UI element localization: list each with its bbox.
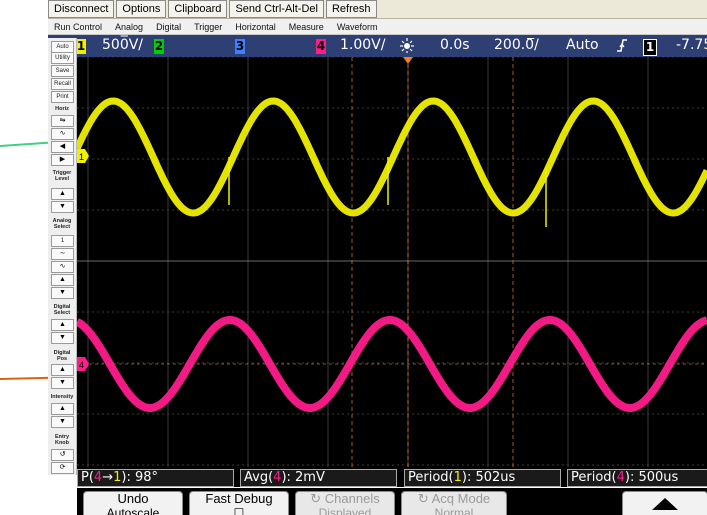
softkey-bar: Undo Autoscale Fast Debug ☐ ↻ Channels D… [77, 488, 707, 515]
remote-scope-window: Disconnect Options Clipboard Send Ctrl-A… [0, 0, 707, 515]
analog-down-icon[interactable]: ▼ [51, 287, 74, 299]
ch4-period-measurement[interactable]: Period(4): 500us [567, 469, 707, 487]
menu-measure[interactable]: Measure [283, 22, 331, 32]
digital-down-icon[interactable]: ▼ [51, 332, 74, 344]
ch1-spikes [228, 157, 547, 227]
digital-select-label: Digital Select [53, 304, 71, 316]
menu-trigger[interactable]: Trigger [188, 22, 229, 32]
intensity-down-icon[interactable]: ▼ [51, 416, 74, 428]
disconnect-button[interactable]: Disconnect [48, 0, 115, 18]
digital-up-icon[interactable]: ▲ [51, 319, 74, 331]
ch1-ground-marker: 1 [77, 149, 89, 163]
rising-edge-icon [616, 38, 628, 57]
intensity-up-icon[interactable]: ▲ [51, 403, 74, 415]
recall-button[interactable]: Recall [51, 78, 74, 90]
menu-up-softkey[interactable] [622, 491, 707, 515]
entry-knob-label: Entry Knob [54, 434, 70, 446]
trigger-level: -7.75 [676, 37, 707, 53]
trigger-level-label: Trigger Level [52, 170, 72, 182]
knob-ccw-icon[interactable]: ↺ [51, 449, 74, 461]
ch4-scale: 1.00V/ [340, 37, 386, 53]
trigger-down-icon[interactable]: ▼ [51, 201, 74, 213]
time-scale: 200.0̅/ [494, 37, 539, 53]
analog-select-dropdown[interactable]: 1 [51, 235, 74, 247]
horiz-zoom-icon[interactable]: ⇋ [51, 115, 74, 127]
undo-autoscale-softkey[interactable]: Undo Autoscale [83, 491, 183, 515]
menu-horizontal[interactable]: Horizontal [229, 22, 283, 32]
acq-mode-softkey[interactable]: ↻ Acq Mode Normal [401, 491, 507, 515]
menu-analog[interactable]: Analog [109, 22, 150, 32]
analog-wave-icon[interactable]: ∿ [51, 261, 74, 273]
channels-displayed-softkey[interactable]: ↻ Channels Displayed [295, 491, 395, 515]
left-control-panel: Auto Utility Save Recall Print Horiz ⇋ ∿… [48, 38, 77, 475]
menu-digital[interactable]: Digital [150, 22, 188, 32]
analog-select-label: Analog Select [52, 218, 72, 230]
waveform-canvas: 1 4 [77, 57, 707, 467]
phase-measurement[interactable]: P(4→1): 98° [77, 469, 234, 487]
fast-debug-checkbox-icon: ☐ [233, 506, 245, 515]
trigger-up-icon[interactable]: ▲ [51, 188, 74, 200]
svg-text:1: 1 [79, 152, 84, 162]
remote-toolbar: Disconnect Options Clipboard Send Ctrl-A… [48, 0, 707, 19]
horiz-right-icon[interactable]: ▶ [51, 154, 74, 166]
digital-pos-up-icon[interactable]: ▲ [51, 364, 74, 376]
ch1-period-measurement[interactable]: Period(1): 502us [404, 469, 561, 487]
rotate-knob-icon: ↻ [310, 491, 322, 506]
analog-up-icon[interactable]: ▲ [51, 274, 74, 286]
menu-run-control[interactable]: Run Control [48, 22, 109, 32]
intensity-label: Intensity [50, 394, 74, 400]
run-status-icon [399, 37, 415, 57]
scope-display[interactable]: 1 4 [77, 57, 707, 467]
measurement-bar: P(4→1): 98° Avg(4): 2mV Period(1): 502us… [77, 467, 707, 487]
digital-pos-down-icon[interactable]: ▼ [51, 377, 74, 389]
utility-button[interactable]: Utility [51, 52, 74, 64]
horiz-wave-icon[interactable]: ∿ [51, 128, 74, 140]
up-arrow-icon [652, 498, 678, 510]
rotate-knob-icon: ↻ [417, 491, 429, 506]
ch1-scale: 500̅V/ [102, 37, 144, 53]
refresh-button[interactable]: Refresh [325, 0, 377, 18]
ch1-waveform [77, 97, 707, 217]
horiz-left-icon[interactable]: ◀ [51, 141, 74, 153]
horiz-label: Horiz [55, 106, 69, 112]
analog-scale-icon[interactable]: ∼ [51, 248, 74, 260]
digital-pos-label: Digital Pos [53, 350, 71, 362]
options-button[interactable]: Options [116, 0, 167, 18]
save-button[interactable]: Save [51, 65, 74, 77]
print-button[interactable]: Print [51, 91, 74, 103]
trigger-mode: Auto [566, 37, 599, 53]
menu-waveform[interactable]: Waveform [331, 22, 385, 32]
ch4-ground-marker: 4 [77, 357, 89, 371]
clipboard-button[interactable]: Clipboard [168, 0, 228, 18]
trigger-pos-marker [403, 57, 413, 64]
menubar: Run Control Analog Digital Trigger Horiz… [48, 19, 707, 35]
send-ctrl-alt-del-button[interactable]: Send Ctrl-Alt-Del [229, 0, 324, 18]
scope-status-bar: 1 500̅V/ 2 3 4 1.00V/ 0.0s 200.0̅/ Auto [48, 35, 707, 57]
fast-debug-softkey[interactable]: Fast Debug ☐ [189, 491, 289, 515]
time-offset: 0.0s [440, 37, 470, 53]
average-measurement[interactable]: Avg(4): 2mV [240, 469, 397, 487]
svg-text:4: 4 [79, 360, 84, 370]
knob-push-icon[interactable]: ⟳ [51, 462, 74, 474]
